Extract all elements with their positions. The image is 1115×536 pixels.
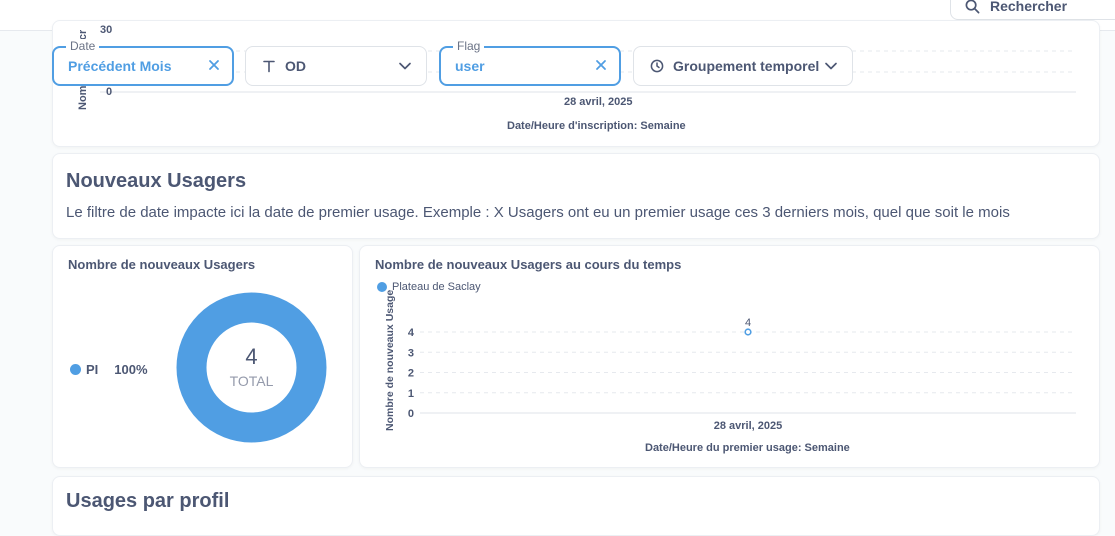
x-axis-title: Date/Heure du premier usage: Semaine [645, 442, 850, 454]
next-section-title: Usages par profil [66, 490, 230, 512]
y-tick-label: 1 [408, 388, 414, 400]
line-chart: 0 1 2 3 4 28 avril, 2025 4 [408, 317, 1076, 432]
y-tick-label: 2 [408, 368, 414, 380]
y-tick-label: 4 [408, 327, 415, 339]
y-tick-label: 3 [408, 347, 414, 359]
x-tick-label: 28 avril, 2025 [714, 420, 783, 432]
data-label: 4 [745, 317, 751, 329]
data-point[interactable] [744, 328, 752, 336]
y-tick-label: 0 [408, 408, 414, 420]
